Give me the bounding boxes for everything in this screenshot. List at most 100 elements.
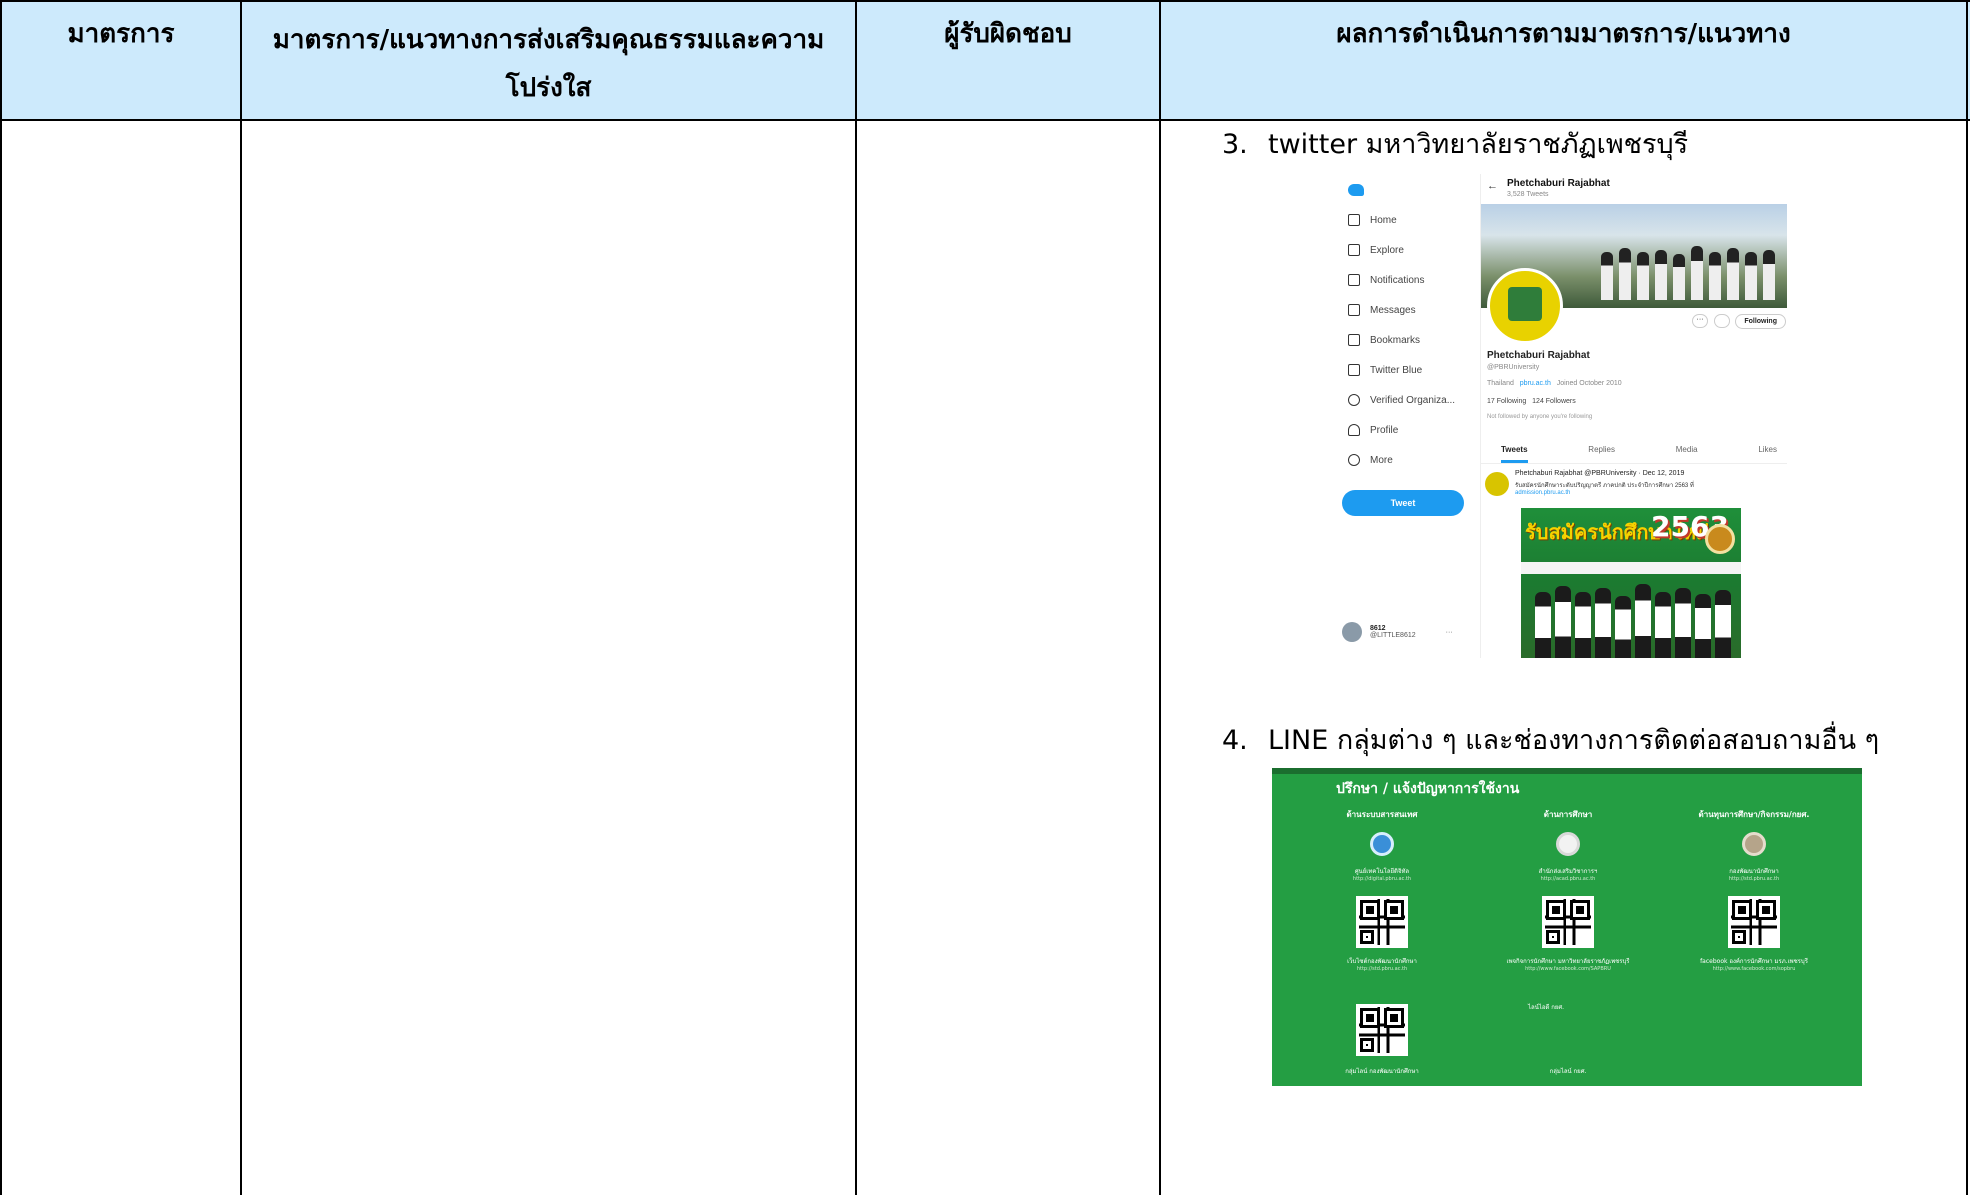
table-left-border <box>0 0 2 1195</box>
column-caption: สำนักส่งเสริมวิชาการฯ <box>1538 868 1598 875</box>
account-handle: @LITTLE8612 <box>1370 632 1416 639</box>
banner-person <box>1763 250 1775 300</box>
poster-student <box>1575 592 1591 658</box>
envelope-icon <box>1348 304 1360 316</box>
header-guidelines-line1: มาตรการ/แนวทางการส่งเสริมคุณธรรมและความ <box>272 25 825 55</box>
not-followed-note: Not followed by anyone you're following <box>1487 414 1593 420</box>
tab-media: Media <box>1675 445 1698 454</box>
header-results: ผลการดำเนินการตามมาตรการ/แนวทาง <box>1161 0 1966 118</box>
back-arrow-icon: ← <box>1487 180 1498 192</box>
nav-home: Home <box>1348 214 1397 226</box>
column-divider-1 <box>240 0 242 1195</box>
column-divider-3 <box>1159 0 1161 1195</box>
nav-explore-label: Explore <box>1370 244 1404 256</box>
account-more-icon: ··· <box>1445 628 1453 636</box>
account-switcher: 8612 @LITTLE8612 ··· <box>1342 622 1453 642</box>
header-guidelines: มาตรการ/แนวทางการส่งเสริมคุณธรรมและความ … <box>242 0 855 118</box>
poster-student <box>1695 594 1711 658</box>
qr-code-icon <box>1356 896 1408 948</box>
post-header: Phetchaburi Rajabhat @PBRUniversity · De… <box>1515 470 1685 477</box>
qr-code-icon <box>1728 896 1780 948</box>
header-measures-text: มาตรการ <box>67 19 175 49</box>
more-icon <box>1348 454 1360 466</box>
qr-url: http://www.facebook.com/sopbru <box>1712 966 1796 972</box>
account-info: 8612 @LITTLE8612 <box>1370 625 1416 639</box>
column-url: http://std.pbru.ac.th <box>1728 876 1780 882</box>
poster-student <box>1675 588 1691 658</box>
admission-poster-image: รับสมัครนักศึกษาใหม่ 2563 <box>1521 508 1741 658</box>
contact-column-it: ด้านระบบสารสนเทศ ศูนย์เทคโนโลยีดิจิทัล h… <box>1292 808 1472 978</box>
qr-url: http://std.pbru.ac.th <box>1356 966 1408 972</box>
nav-profile: Profile <box>1348 424 1398 436</box>
qr-code-icon <box>1356 1004 1408 1056</box>
academic-office-logo-icon <box>1556 832 1580 856</box>
header-responsible-text: ผู้รับผิดชอบ <box>944 19 1072 49</box>
followers-count: 124 Followers <box>1532 398 1576 405</box>
tab-tweets: Tweets <box>1501 440 1528 463</box>
nav-twitter-blue: Twitter Blue <box>1348 364 1422 376</box>
column-caption: กองพัฒนานักศึกษา <box>1729 868 1779 875</box>
profile-joined: Joined October 2010 <box>1556 380 1622 387</box>
line-official-label: ไลน์ไอดี กยศ. <box>1528 1004 1565 1011</box>
tweet-button: Tweet <box>1342 490 1464 516</box>
following-count: 17 Following <box>1487 398 1527 405</box>
account-name: 8612 <box>1370 625 1386 632</box>
twitter-sidebar: Home Explore Notifications Messages Book… <box>1334 174 1476 658</box>
profile-tabs: Tweets Replies Media Likes <box>1481 440 1787 464</box>
result-item-3: 3. twitter มหาวิทยาลัยราชภัฏเพชรบุรี <box>1222 128 1688 162</box>
column-heading: ด้านการศึกษา <box>1543 810 1593 819</box>
poster-student <box>1655 592 1671 658</box>
profile-avatar <box>1487 268 1563 344</box>
nav-more: More <box>1348 454 1393 466</box>
contact-column-scholarship: ด้านทุนการศึกษา/กิจกรรม/กยศ. กองพัฒนานัก… <box>1664 808 1844 978</box>
notify-icon <box>1714 314 1730 328</box>
banner-person <box>1673 254 1685 300</box>
banner-person <box>1601 252 1613 300</box>
table-right-border <box>1966 0 1968 1195</box>
banner-person <box>1745 252 1757 300</box>
more-options-icon: ··· <box>1692 314 1708 328</box>
profile-website: pbru.ac.th <box>1519 380 1551 387</box>
header-responsible: ผู้รับผิดชอบ <box>857 0 1159 118</box>
nav-notifications-label: Notifications <box>1370 274 1425 286</box>
post-avatar <box>1485 472 1509 496</box>
contact-column-academic: ด้านการศึกษา สำนักส่งเสริมวิชาการฯ http:… <box>1478 808 1658 978</box>
tab-replies: Replies <box>1588 445 1615 454</box>
banner-person <box>1709 252 1721 300</box>
profile-meta: Thailand pbru.ac.th Joined October 2010 <box>1487 380 1622 387</box>
qr-code-icon <box>1542 896 1594 948</box>
column-url: http://digital.pbru.ac.th <box>1352 876 1412 882</box>
poster-student <box>1615 596 1631 658</box>
verified-icon <box>1348 394 1360 406</box>
poster-student <box>1595 588 1611 658</box>
profile-follow-counts: 17 Following 124 Followers <box>1487 398 1576 405</box>
digital-center-logo-icon <box>1370 832 1394 856</box>
panel-title: ปรึกษา / แจ้งปัญหาการใช้งาน <box>1336 781 1520 797</box>
line-group-students <box>1292 1000 1472 1064</box>
nav-profile-label: Profile <box>1370 424 1399 436</box>
nav-verified: Verified Organiza... <box>1348 394 1455 406</box>
line-official-link: ไลน์ไอดี กยศ. <box>1528 1002 1708 1012</box>
column-url: http://acad.pbru.ac.th <box>1540 876 1596 882</box>
poster-student <box>1555 586 1571 658</box>
line-group-students-label: กลุ่มไลน์ กองพัฒนานักศึกษา <box>1345 1068 1419 1075</box>
banner-person <box>1637 252 1649 300</box>
home-icon <box>1348 214 1360 226</box>
profile-location: Thailand <box>1487 380 1514 387</box>
following-button: Following <box>1735 314 1786 329</box>
poster-band <box>1521 562 1741 574</box>
tab-likes: Likes <box>1758 445 1777 454</box>
column-caption: ศูนย์เทคโนโลยีดิจิทัล <box>1354 868 1410 875</box>
nav-explore: Explore <box>1348 244 1404 256</box>
post-body: รับสมัครนักศึกษาระดับปริญญาตรี ภาคปกติ ป… <box>1515 483 1694 489</box>
qr-label: เว็บไซต์กองพัฒนานักศึกษา <box>1347 958 1417 965</box>
poster-student <box>1635 584 1651 658</box>
hashtag-icon <box>1348 244 1360 256</box>
result-item-4: 4. LINE กลุ่มต่าง ๆ และช่องทางการติดต่อสอ… <box>1222 724 1879 758</box>
nav-verified-label: Verified Organiza... <box>1370 394 1456 406</box>
column-divider-2 <box>855 0 857 1195</box>
nav-twitter-blue-label: Twitter Blue <box>1370 364 1423 376</box>
item-3-text: twitter มหาวิทยาลัยราชภัฏเพชรบุรี <box>1268 129 1689 160</box>
twitter-profile-screenshot: Home Explore Notifications Messages Book… <box>1334 174 1798 658</box>
poster-student <box>1535 592 1551 658</box>
